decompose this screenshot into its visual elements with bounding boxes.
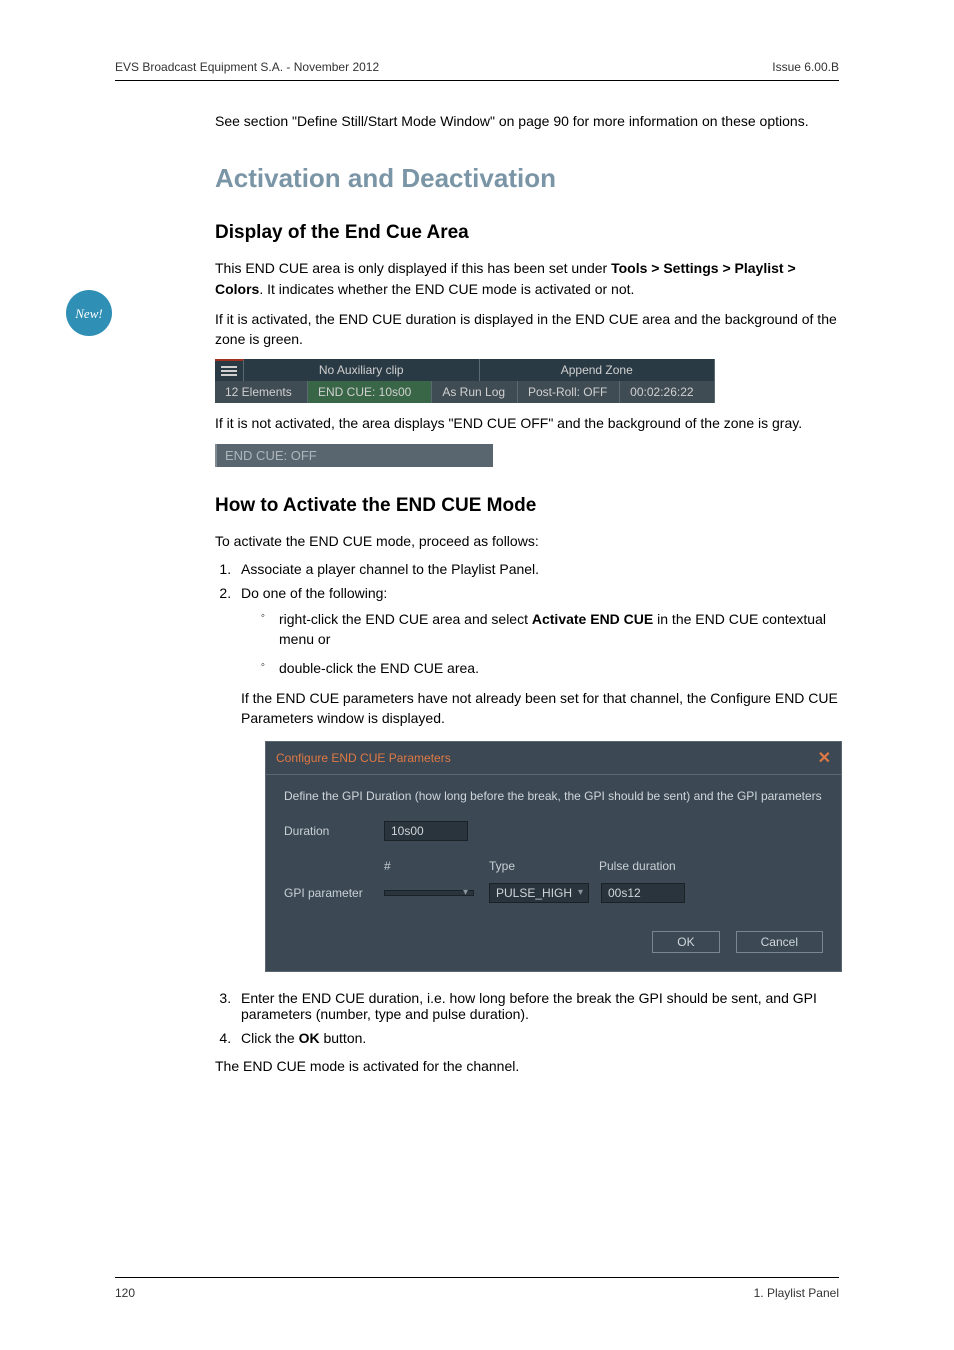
page-footer: 120 1. Playlist Panel (115, 1277, 839, 1300)
statusbar-endcue-active[interactable]: END CUE: 10s00 (308, 381, 432, 403)
gpi-type-select[interactable]: PULSE_HIGH (489, 883, 589, 903)
page-header: EVS Broadcast Equipment S.A. - November … (115, 60, 839, 81)
heading-display-end-cue: Display of the End Cue Area (215, 222, 839, 244)
col-type: Type (489, 859, 599, 873)
header-left: EVS Broadcast Equipment S.A. - November … (115, 60, 379, 74)
duration-label: Duration (284, 824, 384, 838)
header-right: Issue 6.00.B (772, 60, 839, 74)
new-badge: New! (64, 288, 114, 338)
s1-p3: If it is not activated, the area display… (215, 413, 839, 433)
statusbar-asrun: As Run Log (432, 381, 518, 403)
step-2a: right-click the END CUE area and select … (261, 609, 839, 650)
footer-section: 1. Playlist Panel (754, 1286, 839, 1300)
step-2b: double-click the END CUE area. (261, 658, 839, 678)
ok-button[interactable]: OK (652, 931, 719, 953)
gpi-number-select[interactable] (384, 890, 474, 896)
svg-text:New!: New! (74, 306, 102, 321)
statusbar-noaux: No Auxiliary clip (244, 359, 480, 381)
s2-outro: The END CUE mode is activated for the ch… (215, 1056, 839, 1076)
statusbar-elements: 12 Elements (215, 381, 308, 403)
heading-how-to-activate: How to Activate the END CUE Mode (215, 495, 839, 517)
col-hash: # (384, 859, 489, 873)
s1-p1: This END CUE area is only displayed if t… (215, 258, 839, 299)
duration-input[interactable]: 10s00 (384, 821, 468, 841)
statusbar-postroll: Post-Roll: OFF (518, 381, 620, 403)
pulse-duration-input[interactable]: 00s12 (601, 883, 685, 903)
configure-end-cue-dialog: Configure END CUE Parameters ✕ Define th… (265, 741, 842, 972)
step-2-after: If the END CUE parameters have not alrea… (241, 688, 839, 729)
footer-page-number: 120 (115, 1286, 135, 1300)
dialog-title: Configure END CUE Parameters (276, 751, 451, 765)
step-3: Enter the END CUE duration, i.e. how lon… (235, 990, 839, 1022)
s1-p2: If it is activated, the END CUE duration… (215, 309, 839, 350)
gpi-label: GPI parameter (284, 886, 384, 900)
statusbar-active: No Auxiliary clip Append Zone 12 Element… (215, 359, 715, 403)
cancel-button[interactable]: Cancel (736, 931, 823, 953)
dialog-description: Define the GPI Duration (how long before… (284, 789, 823, 803)
statusbar-append: Append Zone (480, 359, 716, 381)
s2-intro: To activate the END CUE mode, proceed as… (215, 531, 839, 551)
heading-activation: Activation and Deactivation (215, 163, 839, 194)
hamburger-icon (221, 364, 237, 378)
intro-paragraph: See section "Define Still/Start Mode Win… (215, 111, 839, 131)
steps-list: Associate a player channel to the Playli… (215, 561, 839, 1045)
step-4: Click the OK button. (235, 1030, 839, 1046)
statusbar-timecode: 00:02:26:22 (620, 381, 715, 403)
close-icon[interactable]: ✕ (818, 748, 831, 768)
step-1: Associate a player channel to the Playli… (235, 561, 839, 577)
col-pulse: Pulse duration (599, 859, 676, 873)
step-2: Do one of the following: right-click the… (235, 585, 839, 971)
statusbar-endcue-off[interactable]: END CUE: OFF (215, 444, 493, 467)
